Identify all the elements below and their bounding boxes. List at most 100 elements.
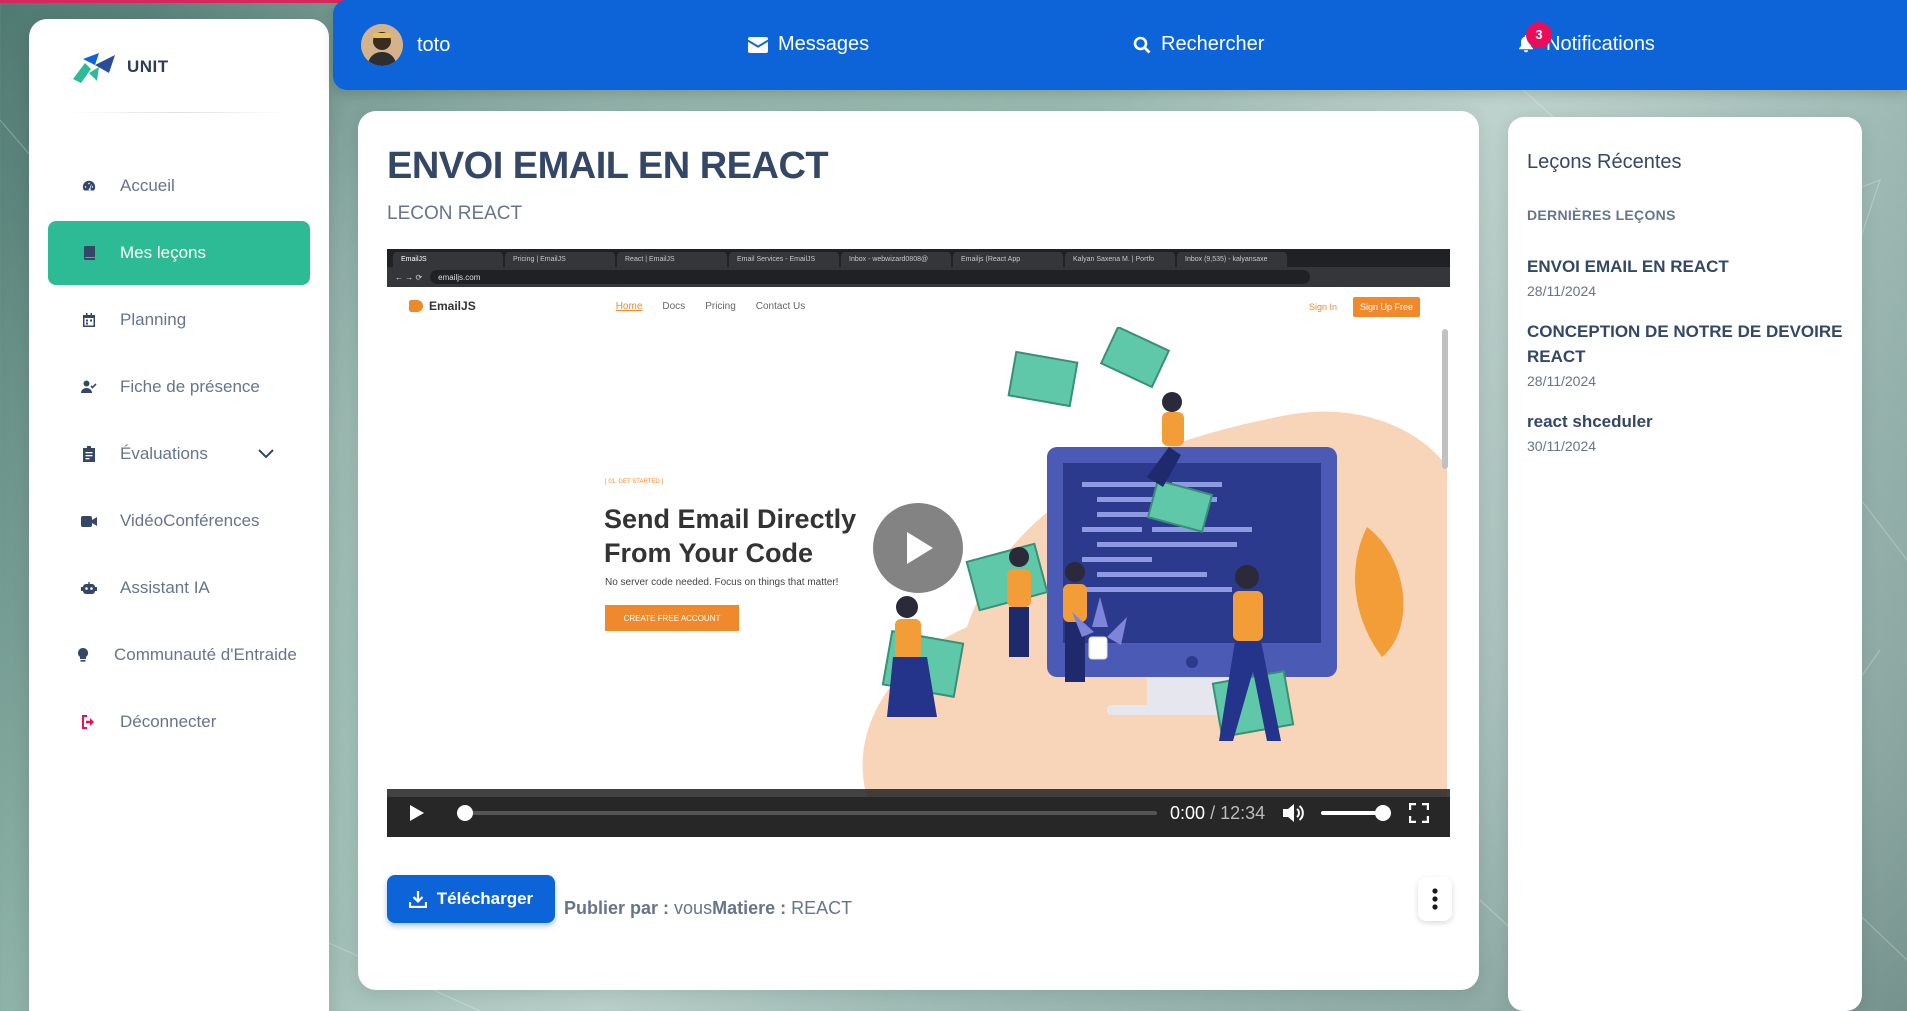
sidebar-item-assistant-ia[interactable]: Assistant IA: [48, 556, 310, 620]
sidebar-item-planning[interactable]: Planning: [48, 288, 310, 352]
video-browser-tab: Inbox (9,535) - kalyansaxe: [1177, 252, 1287, 267]
video-browser-tab: React | EmailJS: [617, 252, 727, 267]
video-progress-knob[interactable]: [457, 805, 473, 821]
video-icon: [78, 510, 100, 532]
video-site-signup: Sign Up Free: [1352, 297, 1420, 317]
more-options-button[interactable]: [1418, 877, 1452, 921]
recent-lesson-title[interactable]: ENVOI EMAIL EN REACT: [1527, 254, 1847, 279]
notifications-label: Notifications: [1546, 33, 1655, 55]
published-by-value: vous: [674, 898, 713, 918]
calendar-icon: [78, 309, 100, 331]
avatar[interactable]: [361, 24, 403, 66]
video-site-nav-item: Docs: [662, 300, 686, 312]
username: toto: [417, 33, 451, 56]
video-site-cta: CREATE FREE ACCOUNT: [605, 605, 739, 631]
user-check-icon: [78, 376, 100, 398]
video-browser-tab: Emailjs (React App: [953, 252, 1063, 267]
sidebar-item-fiche-de-presence[interactable]: Fiche de présence: [48, 355, 310, 419]
brand[interactable]: UNIT: [69, 49, 169, 85]
user-profile[interactable]: toto: [361, 24, 450, 66]
sidebar-item-communaute[interactable]: Communauté d'Entraide: [48, 623, 310, 687]
sidebar-item-label: Évaluations: [120, 444, 208, 463]
download-icon: [408, 891, 427, 908]
sidebar-item-label: Accueil: [120, 176, 175, 195]
sidebar-item-label: Planning: [120, 310, 187, 329]
video-play-button[interactable]: [409, 801, 433, 825]
volume-slider[interactable]: [1321, 805, 1392, 821]
recent-lesson-date: 28/11/2024: [1527, 373, 1597, 389]
video-site-auth: Sign In Sign Up Free: [1309, 297, 1420, 317]
list-item[interactable]: react shceduler 30/11/2024: [1527, 409, 1847, 454]
video-duration: 12:34: [1220, 802, 1266, 823]
emailjs-logo-icon: [409, 300, 423, 312]
fullscreen-button[interactable]: [1409, 802, 1431, 824]
fullscreen-icon: [1409, 803, 1430, 823]
video-player[interactable]: EmailJS Pricing | EmailJS React | EmailJ…: [387, 249, 1450, 837]
video-browser-addressbar: ← → ⟳ emailjs.com: [387, 267, 1450, 287]
lesson-card: ENVOI EMAIL EN REACT LECON REACT EmailJS…: [358, 111, 1479, 990]
video-site-signin: Sign In: [1308, 302, 1337, 312]
book-icon: [78, 242, 100, 264]
sidebar: UNIT Accueil Mes leçons Planning Fiche d…: [29, 19, 329, 1011]
video-site-kicker: [ 01. GET STARTED ]: [605, 479, 664, 485]
sidebar-item-mes-lecons[interactable]: Mes leçons: [48, 221, 310, 285]
video-current-time: 0:00: [1170, 802, 1206, 823]
list-item[interactable]: ENVOI EMAIL EN REACT 28/11/2024: [1527, 254, 1847, 299]
video-site-logo: EmailJS: [409, 299, 476, 313]
search-link[interactable]: Rechercher: [1133, 33, 1264, 56]
envelope-icon: [748, 36, 768, 53]
video-progress-bar[interactable]: [457, 805, 1157, 821]
messages-label: Messages: [778, 33, 870, 55]
video-browser-tab: Email Services - EmailJS: [729, 252, 839, 267]
volume-icon: [1283, 804, 1304, 822]
video-site-nav-item: Home: [615, 300, 643, 312]
sidebar-item-label: VidéoConférences: [120, 511, 260, 530]
sidebar-item-evaluations[interactable]: Évaluations: [48, 422, 310, 486]
video-browser-tab: Pricing | EmailJS: [505, 252, 615, 267]
robot-icon: [78, 577, 100, 599]
sidebar-item-label: Communauté d'Entraide: [114, 645, 297, 664]
video-site-nav-item: Pricing: [705, 300, 736, 312]
video-site-nav-item: Contact Us: [755, 300, 806, 312]
lesson-subtitle: LECON REACT: [387, 203, 523, 224]
volume-knob[interactable]: [1375, 805, 1392, 821]
video-time: 0:00 / 12:34: [1170, 803, 1265, 824]
recent-lessons-kicker: DERNIÈRES LEÇONS: [1527, 207, 1676, 223]
logout-icon: [78, 711, 100, 733]
notification-count-badge: 3: [1526, 21, 1552, 48]
video-site-nav: EmailJS Home Docs Pricing Contact Us: [409, 299, 805, 313]
messages-link[interactable]: Messages: [748, 33, 869, 56]
sidebar-item-accueil[interactable]: Accueil: [48, 154, 310, 218]
play-icon: [907, 532, 933, 564]
brand-divider: [69, 112, 289, 113]
video-browser-tab: Kalyan Saxena M. | Portfo: [1065, 252, 1175, 267]
top-navbar: toto Messages Rechercher 3 Notifications: [333, 0, 1907, 90]
recent-lessons-title: Leçons Récentes: [1527, 151, 1682, 173]
video-browser-tab: EmailJS: [393, 252, 503, 267]
sidebar-item-label: Fiche de présence: [120, 377, 260, 396]
download-label: Télécharger: [436, 889, 534, 908]
clipboard-icon: [78, 443, 100, 465]
volume-button[interactable]: [1283, 801, 1307, 825]
subject-label: Matiere :: [712, 898, 787, 918]
recent-lesson-title[interactable]: CONCEPTION DE NOTRE DE DEVOIRE REACT: [1527, 319, 1847, 369]
brand-logo-icon: [73, 53, 115, 83]
published-by-label: Publier par :: [564, 898, 670, 918]
download-button[interactable]: Télécharger: [387, 875, 555, 923]
video-play-overlay-button[interactable]: [873, 503, 963, 593]
video-site-scrollbar: [1442, 329, 1448, 469]
notifications-link[interactable]: 3 Notifications: [1518, 21, 1655, 56]
brand-name: UNIT: [127, 57, 169, 76]
chevron-down-icon[interactable]: [258, 444, 274, 464]
recent-lesson-title[interactable]: react shceduler: [1527, 409, 1847, 434]
video-controls: 0:00 / 12:34: [387, 789, 1450, 837]
browser-nav-arrows-icon: ← → ⟳: [395, 272, 423, 282]
sidebar-nav: Accueil Mes leçons Planning Fiche de pré…: [48, 154, 310, 757]
video-site-tagline: No server code needed. Focus on things t…: [605, 577, 839, 588]
subject-value: REACT: [791, 898, 853, 918]
recent-lesson-date: 28/11/2024: [1527, 283, 1597, 299]
recent-lessons-panel: Leçons Récentes DERNIÈRES LEÇONS ENVOI E…: [1508, 117, 1862, 1011]
list-item[interactable]: CONCEPTION DE NOTRE DE DEVOIRE REACT 28/…: [1527, 319, 1847, 389]
sidebar-item-deconnecter[interactable]: Déconnecter: [48, 690, 310, 754]
sidebar-item-videoconferences[interactable]: VidéoConférences: [48, 489, 310, 553]
